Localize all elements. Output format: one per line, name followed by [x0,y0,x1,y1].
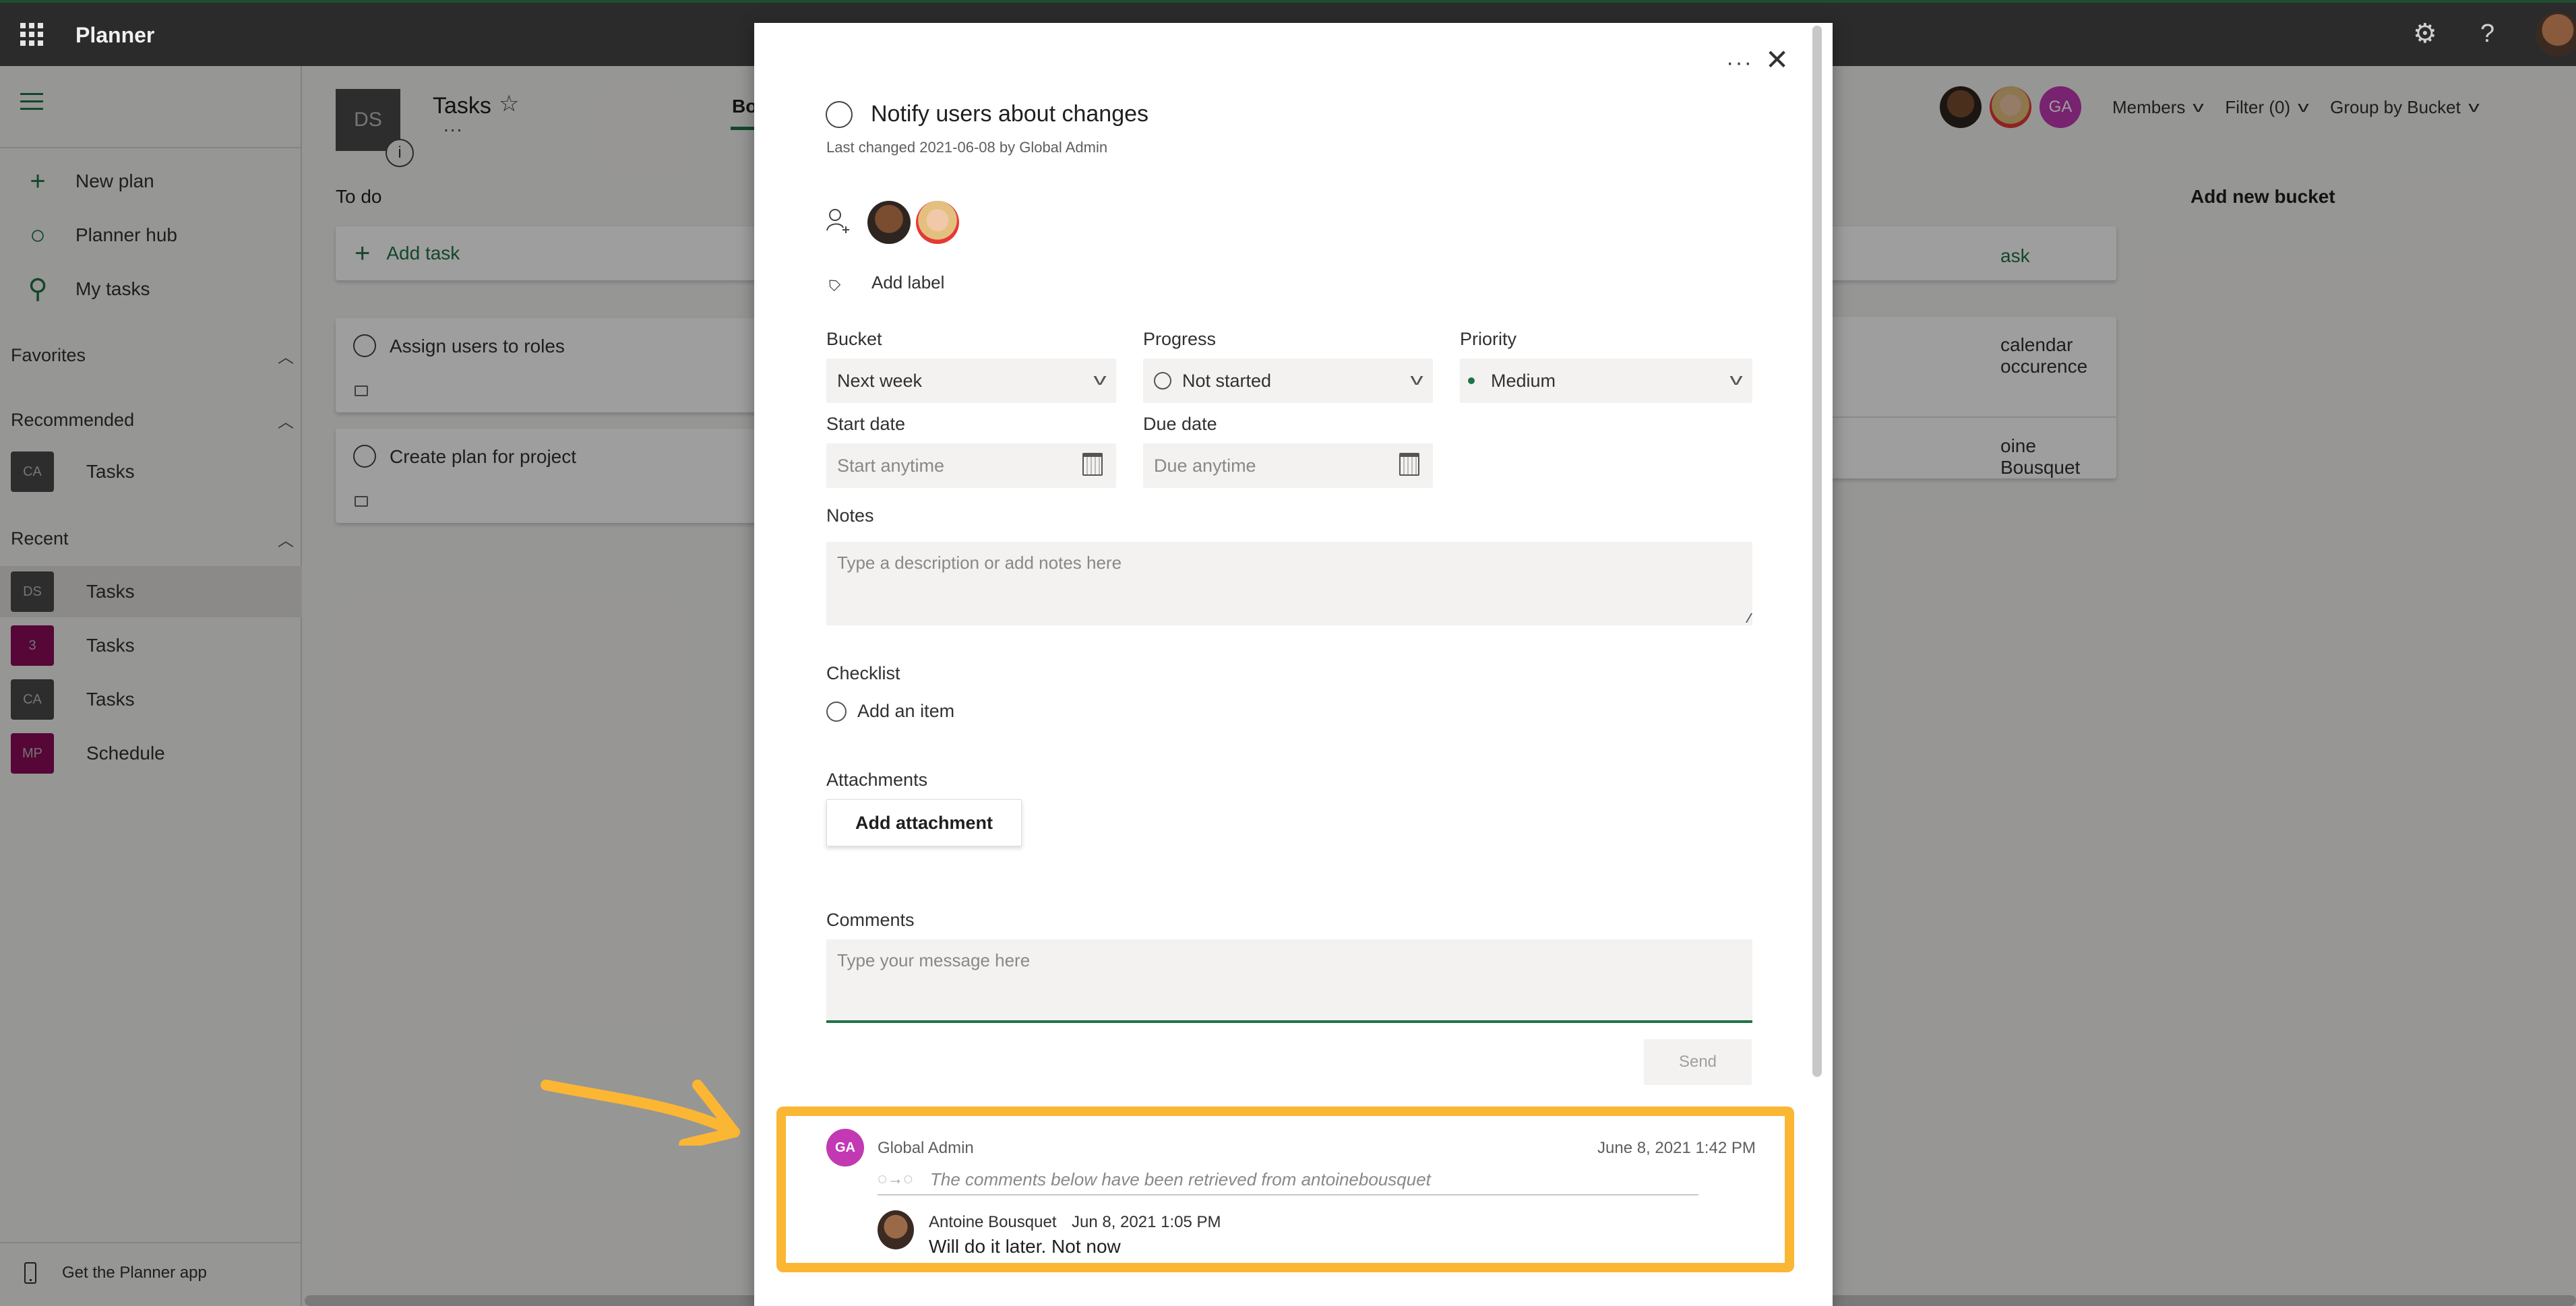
author-avatar: GA [826,1129,864,1167]
assignee-avatar[interactable] [916,201,959,244]
progress-value: Not started [1182,370,1272,391]
tag-icon[interactable]: ⌂ [821,272,846,297]
start-date-input[interactable]: Start anytime [826,443,1116,488]
app-title[interactable]: Planner [75,23,154,48]
priority-value: Medium [1491,370,1556,391]
waffle-icon[interactable] [20,23,43,46]
migrated-note: The comments below have been retrieved f… [930,1169,1431,1189]
close-icon[interactable]: ✕ [1765,43,1789,76]
comment-input[interactable]: Type your message here [826,939,1752,1023]
comment-author: Global Admin [878,1139,974,1157]
progress-label: Progress [1143,329,1217,349]
user-avatar[interactable] [2536,12,2576,57]
start-date-label: Start date [826,414,906,434]
reply-author: Antoine Bousquet [929,1213,1057,1231]
complete-task-checkbox[interactable] [826,101,853,128]
reply-author-avatar [878,1210,914,1249]
reply-date: Jun 8, 2021 1:05 PM [1072,1213,1221,1231]
settings-icon[interactable]: ⚙ [2413,20,2437,47]
calendar-icon[interactable] [1399,453,1419,476]
progress-select[interactable]: Not started v [1143,359,1433,403]
attachments-label: Attachments [826,770,928,790]
comment-placeholder: Type your message here [837,950,1031,970]
notes-label: Notes [826,505,874,526]
chevron-down-icon: v [1093,371,1107,389]
more-options-button[interactable]: ··· [1726,50,1753,76]
help-icon[interactable]: ? [2480,20,2494,47]
comment-date: June 8, 2021 1:42 PM [1597,1139,1756,1157]
chevron-down-icon: v [1729,371,1743,389]
checklist-label: Checklist [826,663,900,683]
priority-dot-icon [1468,377,1475,384]
last-changed: Last changed 2021-06-08 by Global Admin [826,139,1108,156]
comment-migrated-icon: ◌→◌ [878,1170,913,1188]
assign-icon[interactable] [826,208,850,235]
due-date-label: Due date [1143,414,1217,434]
bucket-label: Bucket [826,329,882,349]
chevron-down-icon: v [1410,371,1423,389]
priority-label: Priority [1460,329,1517,349]
vertical-scrollbar[interactable] [1812,26,1822,1077]
notes-placeholder: Type a description or add notes here [837,553,1122,573]
not-started-icon [1154,372,1171,390]
add-item-label: Add an item [857,701,955,721]
start-date-placeholder: Start anytime [837,455,945,476]
resize-handle[interactable] [1737,613,1753,623]
add-label-button[interactable]: Add label [871,272,944,293]
due-date-placeholder: Due anytime [1154,455,1256,476]
assignee-avatar[interactable] [867,201,911,244]
priority-select[interactable]: Medium v [1460,359,1752,403]
bucket-value: Next week [837,370,923,391]
add-checklist-item[interactable]: Add an item [826,701,954,722]
due-date-input[interactable]: Due anytime [1143,443,1433,488]
bucket-select[interactable]: Next week v [826,359,1116,403]
calendar-icon[interactable] [1082,453,1103,476]
divider [878,1194,1698,1195]
checklist-circle-icon [826,701,847,722]
notes-textarea[interactable]: Type a description or add notes here [826,542,1753,625]
annotation-arrow [541,1080,740,1146]
send-button[interactable]: Send [1644,1039,1752,1085]
task-title[interactable]: Notify users about changes [871,101,1148,127]
comments-label: Comments [826,910,915,930]
add-attachment-button[interactable]: Add attachment [826,799,1022,846]
reply-text: Will do it later. Not now [929,1236,1121,1257]
